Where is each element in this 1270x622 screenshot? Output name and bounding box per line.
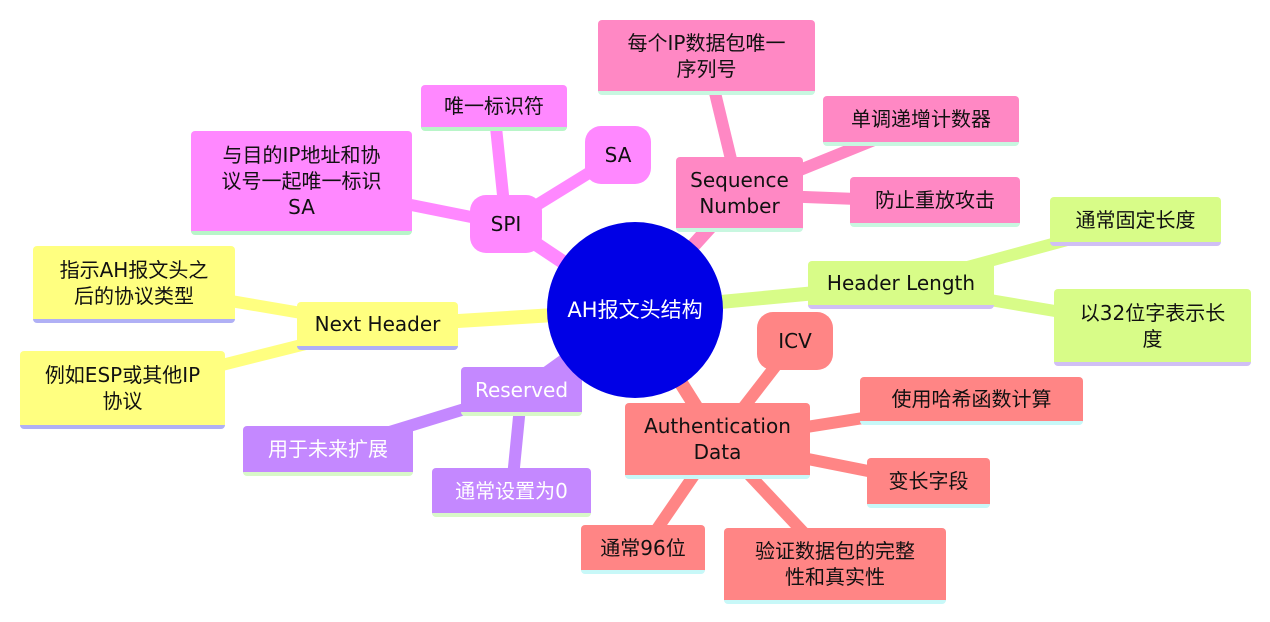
leaf-label: 验证数据包的完整 性和真实性 xyxy=(755,539,915,589)
leaf-label: 用于未来扩展 xyxy=(268,437,388,461)
leaf-node-esp-example[interactable]: 例如ESP或其他IP 协议 xyxy=(20,351,225,429)
branch-label: SPI xyxy=(490,212,522,236)
leaf-node-variable-length[interactable]: 变长字段 xyxy=(867,458,990,508)
leaf-node-32bit-words[interactable]: 以32位字表示长 度 xyxy=(1054,289,1251,366)
leaf-label: 变长字段 xyxy=(888,469,969,493)
root-label: AH报文头结构 xyxy=(567,298,703,322)
leaf-label: 单调递增计数器 xyxy=(851,107,991,131)
branch-node-authentication-data[interactable]: Authentication Data xyxy=(625,403,810,479)
leaf-node-hash-function[interactable]: 使用哈希函数计算 xyxy=(860,377,1083,425)
branch-label: Sequence Number xyxy=(690,167,789,218)
branch-node-spi[interactable]: SPI xyxy=(470,195,542,253)
leaf-node-unique-identifier[interactable]: 唯一标识符 xyxy=(421,85,567,131)
leaf-label: 使用哈希函数计算 xyxy=(891,387,1052,411)
leaf-node-unique-sequence[interactable]: 每个IP数据包唯一 序列号 xyxy=(598,20,815,95)
branch-label: Authentication Data xyxy=(644,414,791,464)
leaf-label: 防止重放攻击 xyxy=(875,188,995,212)
leaf-node-anti-replay[interactable]: 防止重放攻击 xyxy=(850,177,1020,227)
leaf-node-protocol-type[interactable]: 指示AH报文头之 后的协议类型 xyxy=(33,246,235,323)
branch-label: Reserved xyxy=(474,377,569,402)
leaf-node-spi-description[interactable]: 与目的IP地址和协 议号一起唯一标识 SA xyxy=(191,131,412,235)
leaf-node-monotonic-counter[interactable]: 单调递增计数器 xyxy=(823,96,1019,146)
leaf-label: 唯一标识符 xyxy=(444,94,544,118)
leaf-node-future-extension[interactable]: 用于未来扩展 xyxy=(243,426,413,476)
leaf-label: 与目的IP地址和协 议号一起唯一标识 SA xyxy=(221,143,382,219)
branch-node-next-header[interactable]: Next Header xyxy=(297,302,458,350)
leaf-node-integrity-authenticity[interactable]: 验证数据包的完整 性和真实性 xyxy=(724,528,946,604)
branch-node-reserved[interactable]: Reserved xyxy=(461,367,582,416)
root-node[interactable]: AH报文头结构 xyxy=(547,222,723,398)
leaf-node-set-to-zero[interactable]: 通常设置为0 xyxy=(432,468,591,517)
branch-node-sequence-number[interactable]: Sequence Number xyxy=(676,157,803,232)
leaf-label: 通常设置为0 xyxy=(455,478,568,503)
leaf-node-icv[interactable]: ICV xyxy=(757,312,833,370)
leaf-label: SA xyxy=(604,143,632,167)
leaf-label: ICV xyxy=(778,329,812,353)
leaf-label: 例如ESP或其他IP 协议 xyxy=(44,363,201,413)
leaf-label: 以32位字表示长 度 xyxy=(1079,300,1226,351)
leaf-node-sa[interactable]: SA xyxy=(585,126,651,184)
branch-label: Next Header xyxy=(314,312,441,336)
branch-node-header-length[interactable]: Header Length xyxy=(808,261,994,309)
leaf-label: 每个IP数据包唯一 序列号 xyxy=(627,30,786,81)
branch-label: Header Length xyxy=(826,271,976,295)
leaf-node-fixed-length[interactable]: 通常固定长度 xyxy=(1050,197,1221,246)
leaf-label: 通常96位 xyxy=(600,535,686,560)
leaf-label: 指示AH报文头之 后的协议类型 xyxy=(59,257,209,308)
leaf-label: 通常固定长度 xyxy=(1075,207,1196,232)
leaf-node-96-bits[interactable]: 通常96位 xyxy=(581,525,705,574)
